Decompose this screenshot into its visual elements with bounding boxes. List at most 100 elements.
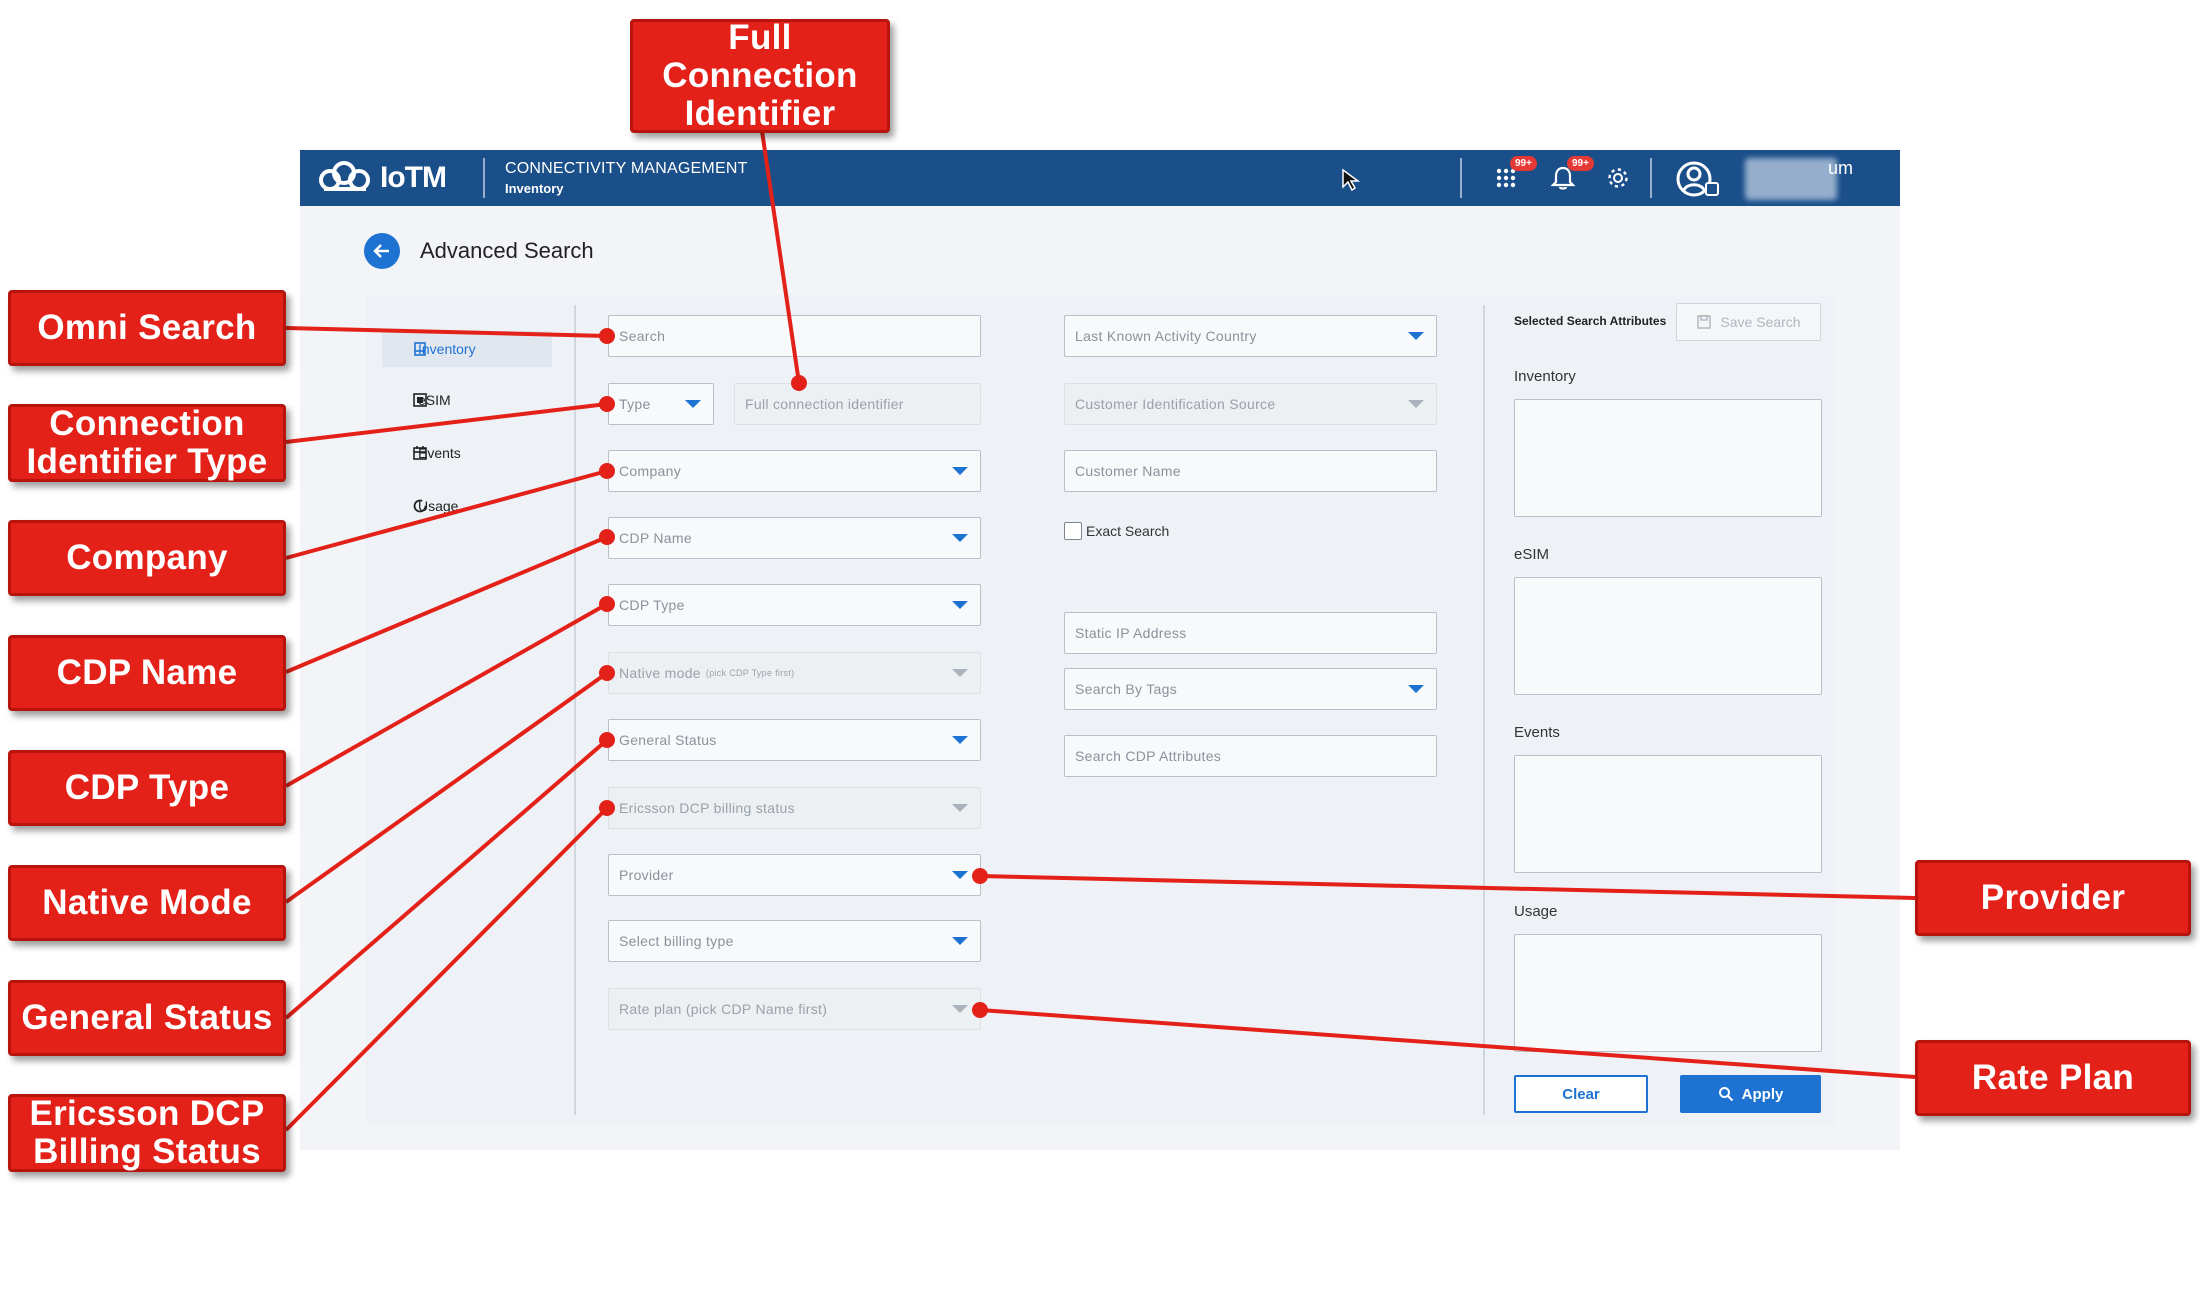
placeholder: Native mode <box>619 665 701 681</box>
callout-rate-plan: Rate Plan <box>1915 1040 2191 1116</box>
placeholder: Type <box>619 396 651 412</box>
full-connection-identifier-input[interactable]: Full connection identifier <box>734 383 981 425</box>
cloud-logo-icon <box>319 161 370 191</box>
billing-type-select[interactable]: Select billing type <box>608 920 981 962</box>
company-select[interactable]: Company <box>608 450 981 492</box>
callout-full-connection-identifier: Full Connection Identifier <box>630 19 890 133</box>
save-search-label: Save Search <box>1720 314 1801 330</box>
chevron-down-icon <box>952 467 968 475</box>
placeholder: CDP Name <box>619 530 692 546</box>
user-avatar-icon <box>1676 161 1719 197</box>
search-icon <box>1718 1087 1733 1102</box>
chevron-down-icon <box>952 601 968 609</box>
back-button[interactable] <box>364 233 400 269</box>
placeholder: Search <box>619 328 666 344</box>
chevron-down-icon <box>952 534 968 542</box>
context-subtitle: Inventory <box>505 181 564 196</box>
section-label-events: Events <box>1514 724 1560 741</box>
ericsson-billing-status-select[interactable]: Ericsson DCP billing status <box>608 787 981 829</box>
apply-button[interactable]: Apply <box>1680 1075 1821 1113</box>
cdp-attributes-input[interactable]: Search CDP Attributes <box>1064 735 1437 777</box>
logo[interactable]: IoTM <box>316 160 447 196</box>
nav-item-events[interactable]: Events <box>382 435 552 471</box>
settings-button[interactable] <box>1604 164 1632 192</box>
chip-icon <box>413 393 427 407</box>
static-ip-input[interactable]: Static IP Address <box>1064 612 1437 654</box>
nav-item-inventory[interactable]: Inventory <box>382 331 552 367</box>
chevron-down-icon <box>952 937 968 945</box>
placeholder: Search CDP Attributes <box>1075 748 1222 764</box>
clear-button[interactable]: Clear <box>1514 1075 1648 1113</box>
cdp-name-select[interactable]: CDP Name <box>608 517 981 559</box>
callout-cdp-type: CDP Type <box>8 750 286 826</box>
divider <box>1460 158 1462 198</box>
placeholder: General Status <box>619 732 717 748</box>
callout-connection-identifier-type: Connection Identifier Type <box>8 404 286 482</box>
calendar-icon <box>413 446 427 460</box>
save-search-button[interactable]: Save Search <box>1676 303 1821 341</box>
search-by-tags-select[interactable]: Search By Tags <box>1064 668 1437 710</box>
cursor-icon <box>1342 168 1361 192</box>
chevron-down-icon <box>1408 400 1424 408</box>
chevron-down-icon <box>952 736 968 744</box>
connection-identifier-type-select[interactable]: Type <box>608 383 714 425</box>
context-title: CONNECTIVITY MANAGEMENT <box>505 160 748 177</box>
callout-general-status: General Status <box>8 980 286 1056</box>
placeholder: Search By Tags <box>1075 681 1177 697</box>
section-label-esim: eSIM <box>1514 546 1550 563</box>
callout-provider: Provider <box>1915 860 2191 936</box>
placeholder: Customer Identification Source <box>1075 396 1276 412</box>
save-icon <box>1697 315 1712 329</box>
placeholder: Last Known Activity Country <box>1075 328 1257 344</box>
selected-esim-box <box>1514 577 1822 695</box>
placeholder: CDP Type <box>619 597 685 613</box>
notifications-badge: 99+ <box>1567 156 1594 171</box>
placeholder: Rate plan (pick CDP Name first) <box>619 1001 828 1017</box>
placeholder: Select billing type <box>619 933 734 949</box>
apps-button[interactable]: 99+ <box>1492 156 1537 192</box>
back-arrow-icon <box>373 244 389 258</box>
provider-select[interactable]: Provider <box>608 854 981 896</box>
selected-inventory-box <box>1514 399 1822 517</box>
exact-search-checkbox[interactable] <box>1064 522 1082 540</box>
placeholder: Customer Name <box>1075 463 1181 479</box>
context-label: CONNECTIVITY MANAGEMENT Inventory <box>505 160 748 196</box>
chevron-down-icon <box>1408 332 1424 340</box>
section-label-inventory: Inventory <box>1514 368 1576 385</box>
divider <box>1650 158 1652 198</box>
customer-name-input[interactable]: Customer Name <box>1064 450 1437 492</box>
rate-plan-select[interactable]: Rate plan (pick CDP Name first) <box>608 988 981 1030</box>
placeholder: Company <box>619 463 682 479</box>
selected-usage-box <box>1514 934 1822 1052</box>
nav-item-usage[interactable]: Usage <box>382 488 552 524</box>
user-name-redacted <box>1745 158 1837 200</box>
app-window: IoTM CONNECTIVITY MANAGEMENT Inventory 9… <box>300 150 1900 1150</box>
customer-identification-source-select[interactable]: Customer Identification Source <box>1064 383 1437 425</box>
logo-text: IoTM <box>380 161 447 194</box>
apply-label: Apply <box>1741 1085 1784 1103</box>
placeholder: Static IP Address <box>1075 625 1187 641</box>
native-mode-select[interactable]: Native mode (pick CDP Type first) <box>608 652 981 694</box>
nav-divider <box>574 305 576 1115</box>
page-title: Advanced Search <box>420 238 594 263</box>
notifications-button[interactable]: 99+ <box>1549 156 1594 192</box>
chevron-down-icon <box>1408 685 1424 693</box>
usage-icon <box>413 499 427 513</box>
chevron-down-icon <box>952 804 968 812</box>
user-menu[interactable] <box>1676 159 1720 199</box>
callout-native-mode: Native Mode <box>8 865 286 941</box>
general-status-select[interactable]: General Status <box>608 719 981 761</box>
cdp-type-select[interactable]: CDP Type <box>608 584 981 626</box>
placeholder: Provider <box>619 867 674 883</box>
divider <box>483 158 485 198</box>
chevron-down-icon <box>952 871 968 879</box>
nav-item-esim[interactable]: eSIM <box>382 382 552 418</box>
last-known-activity-country-select[interactable]: Last Known Activity Country <box>1064 315 1437 357</box>
callout-company: Company <box>8 520 286 596</box>
section-label-usage: Usage <box>1514 903 1558 920</box>
placeholder: Ericsson DCP billing status <box>619 800 795 816</box>
user-name: um <box>1828 158 1854 178</box>
apps-badge: 99+ <box>1510 156 1537 171</box>
omni-search-input[interactable]: Search <box>608 315 981 357</box>
selected-attributes-header: Selected Search Attributes <box>1514 314 1667 328</box>
